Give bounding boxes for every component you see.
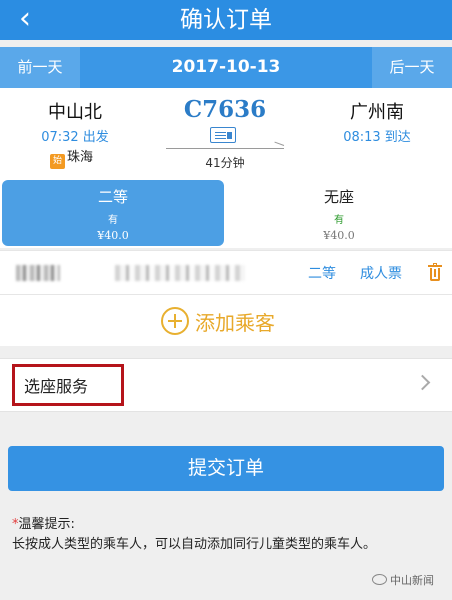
trip-duration: 41分钟 [205,156,245,170]
route-arrow-icon [166,148,284,149]
passenger-row[interactable]: 二等 成人票 [0,250,452,294]
watermark: 中山新闻 [372,572,434,588]
passenger-id-redacted [115,265,245,281]
timetable-icon[interactable] [210,127,236,143]
top-navigation-bar: ‹ 确认订单 [0,0,452,40]
arrival-time: 08:13 到达 [343,130,411,145]
seat-option-second-class[interactable]: 二等 有 ¥40.0 [2,180,224,246]
add-passenger-button[interactable]: 添加乘客 [0,294,452,346]
plus-circle-icon [161,307,189,335]
seat-class-name: 二等 [97,188,128,206]
seat-availability: 有 [108,215,118,226]
tips-title: *温馨提示: [12,513,442,532]
departure-time: 07:32 出发 [41,130,109,145]
tips-section: *温馨提示: 长按成人类型的乘车人，可以自动添加同行儿童类型的乘车人。 [12,513,442,554]
watermark-text: 中山新闻 [390,574,434,587]
page-title: 确认订单 [180,7,272,33]
seat-availability: 有 [334,215,344,226]
origin-station-name: 珠海 [67,150,94,165]
passenger-name-redacted [16,265,60,281]
arrival-station: 广州南 [350,102,404,123]
train-number[interactable]: C7636 [150,96,300,123]
chevron-right-icon [414,374,431,391]
seat-option-no-seat[interactable]: 无座 有 ¥40.0 [228,180,450,246]
train-info-card: 中山北 07:32 出发 始珠海 C7636 41分钟 广州南 08:13 到达 [0,88,452,176]
origin-badge: 始 [50,154,65,169]
submit-order-button[interactable]: 提交订单 [8,446,444,491]
add-passenger-label: 添加乘客 [195,311,275,335]
passenger-ticket-type[interactable]: 成人票 [360,263,402,283]
tips-title-text: 温馨提示: [18,517,75,532]
tips-text: 长按成人类型的乘车人，可以自动添加同行儿童类型的乘车人。 [12,537,377,552]
origin-station-tag: 始珠海 [50,146,93,169]
wechat-icon [372,574,387,585]
seat-price: ¥40.0 [97,229,129,242]
next-day-button[interactable]: 后一天 [372,47,452,88]
seat-class-name: 无座 [323,188,354,206]
previous-day-button[interactable]: 前一天 [0,47,80,88]
trash-icon[interactable] [428,263,442,282]
seat-selection-service-row[interactable]: 选座服务 [0,358,452,412]
date-selector-bar: 前一天 2017-10-13 后一天 [0,47,452,88]
departure-station: 中山北 [48,102,102,123]
travel-date[interactable]: 2017-10-13 [80,47,372,88]
passenger-seat-type[interactable]: 二等 [308,263,336,283]
highlight-box [12,364,124,406]
seat-class-selector: 二等 有 ¥40.0 无座 有 ¥40.0 [0,176,452,248]
seat-price: ¥40.0 [323,229,355,242]
